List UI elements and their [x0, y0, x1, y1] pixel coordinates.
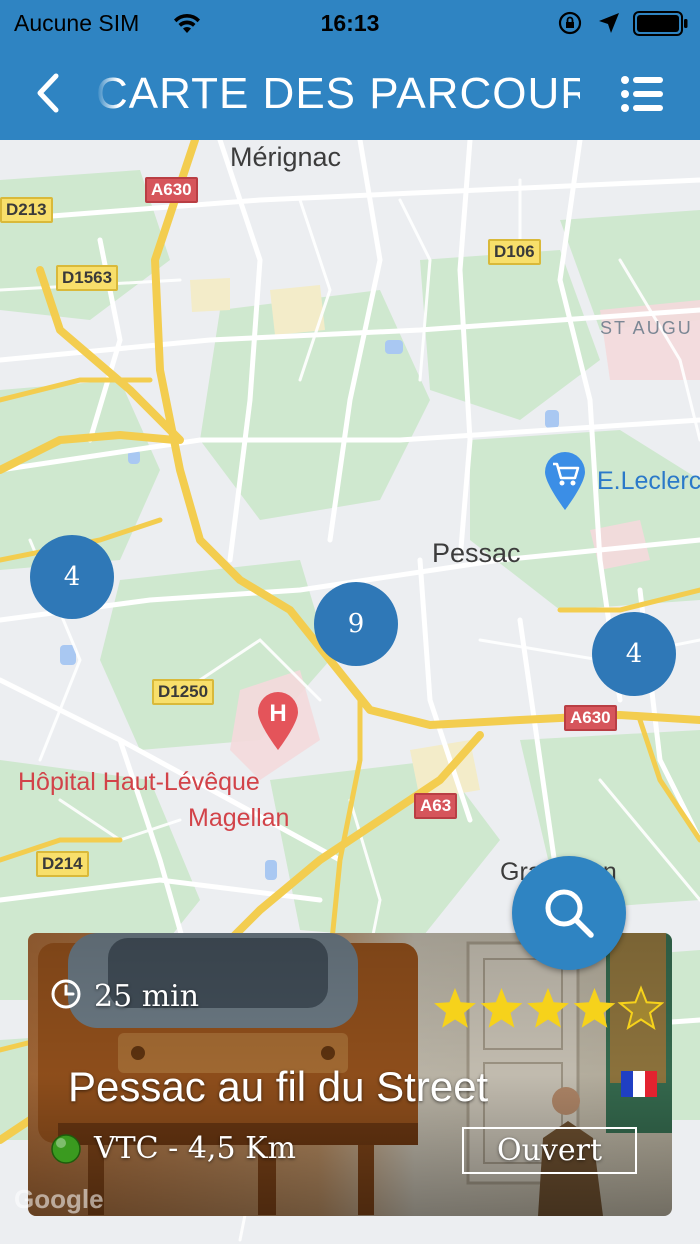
road-badge-d1563: D1563 — [56, 265, 119, 291]
status-bar: Aucune SIM 16:13 — [0, 0, 700, 48]
rating-star — [480, 988, 523, 1028]
clock: 16:13 — [320, 10, 380, 36]
location-arrow-icon — [599, 13, 619, 33]
route-title: Pessac au fil du Street Art — [68, 1063, 488, 1110]
page-title: CARTE DES PARCOURS — [96, 69, 580, 118]
poi-label-hospital[interactable]: Hôpital Haut-Lévêque — [18, 768, 260, 797]
difficulty-indicator-icon — [51, 1134, 81, 1164]
route-card[interactable]: 25 min Pessac au fil du Street Art VTC -… — [28, 933, 672, 1216]
route-cluster-marker[interactable]: 4 — [592, 612, 676, 696]
rating-star — [573, 988, 616, 1028]
shopping-cart-marker-icon[interactable] — [542, 450, 588, 512]
road-badge-d214: D214 — [36, 851, 89, 877]
road-badge-a63: A63 — [414, 793, 458, 819]
route-status-button[interactable]: Ouvert — [462, 1127, 637, 1174]
road-badge-d1250: D1250 — [152, 679, 215, 705]
road-badge-d213: D213 — [0, 197, 53, 223]
road-badge-d106: D106 — [488, 239, 541, 265]
place-label-merignac: Mérignac — [230, 142, 342, 172]
rating-star — [527, 988, 569, 1028]
route-duration: 25 min — [94, 979, 200, 1014]
poi-label-leclerc[interactable]: E.Leclerc — [597, 467, 700, 496]
hospital-marker-icon[interactable]: H — [255, 690, 301, 752]
road-badge-a630: A630 — [145, 177, 198, 203]
route-cluster-marker[interactable]: 4 — [30, 535, 114, 619]
nav-bar: CARTE DES PARCOURS — [0, 48, 700, 140]
france-flag-icon — [621, 1071, 657, 1097]
menu-button[interactable] — [616, 70, 668, 118]
chevron-left-icon — [37, 73, 59, 113]
google-logo: Google — [14, 1184, 104, 1214]
battery-icon — [633, 11, 688, 36]
svg-text:H: H — [269, 700, 286, 727]
clock-icon — [51, 979, 81, 1009]
search-icon — [545, 889, 594, 938]
road-badge-a630-east: A630 — [564, 705, 617, 731]
route-info: VTC - 4,5 Km — [94, 1131, 296, 1166]
poi-label-hospital-line2[interactable]: Magellan — [188, 804, 289, 833]
route-cluster-marker[interactable]: 9 — [314, 582, 398, 666]
rating-star — [617, 985, 664, 1031]
rating-star — [434, 988, 476, 1028]
page-title-container: CARTE DES PARCOURS — [96, 66, 580, 122]
place-label-st-augustin: ST AUGU — [600, 318, 693, 338]
rating-stars — [434, 985, 664, 1031]
search-button[interactable] — [512, 856, 626, 970]
place-label-pessac: Pessac — [432, 538, 521, 568]
rotation-lock-icon — [558, 11, 582, 35]
back-button[interactable] — [26, 68, 76, 118]
list-menu-icon — [621, 76, 663, 112]
title-fade — [96, 66, 118, 122]
